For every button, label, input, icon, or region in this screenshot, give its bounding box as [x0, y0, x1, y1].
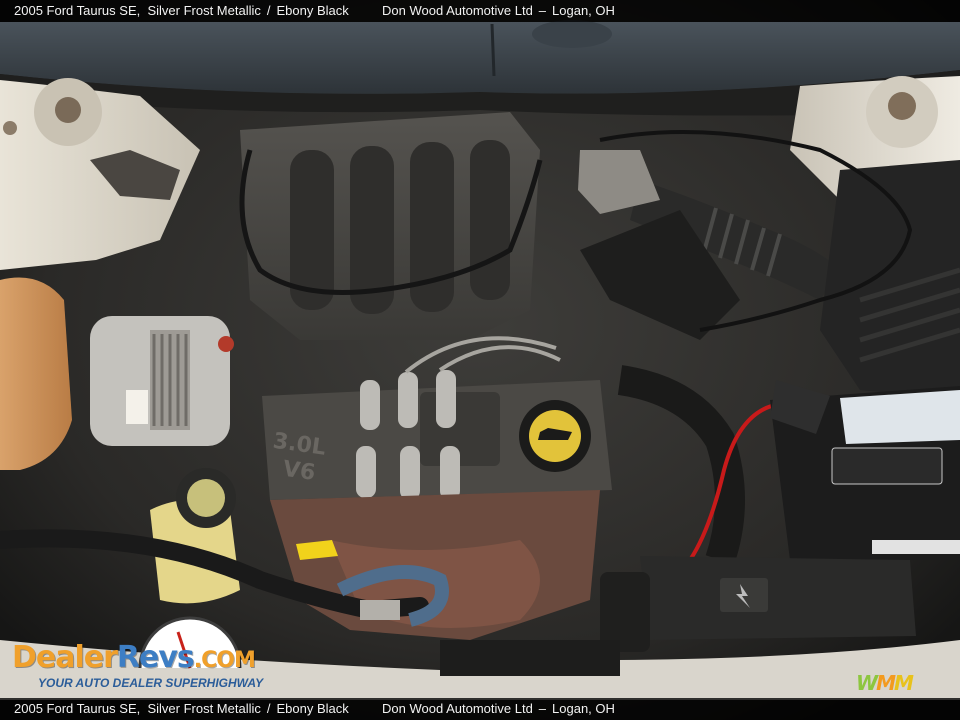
info-bar-top: 2005 Ford Taurus SE, Silver Frost Metall… [0, 0, 960, 22]
photo-viewer: 3.0L V6 2005 Ford Taurus SE, Silver Fros… [0, 0, 960, 720]
radiator-support [440, 640, 620, 676]
vehicle-info: 2005 Ford Taurus SE, Silver Frost Metall… [14, 0, 349, 22]
interior-color: Ebony Black [276, 3, 349, 18]
left-strut-nut [55, 97, 81, 123]
power-steering-cap-ring [187, 479, 225, 517]
separator: / [266, 701, 271, 716]
battery [770, 380, 960, 560]
vehicle-info: 2005 Ford Taurus SE, Silver Frost Metall… [14, 698, 349, 720]
dealerrevs-watermark: DealerRevs.COM YOUR AUTO DEALER SUPERHIG… [12, 640, 274, 696]
dealer-info: Don Wood Automotive Ltd – Logan, OH [382, 0, 615, 22]
alternator [90, 316, 234, 446]
corner-logo: WMM [856, 672, 930, 694]
dealer-info: Don Wood Automotive Ltd – Logan, OH [382, 698, 615, 720]
corner-logo-letter: W [856, 671, 878, 695]
info-bar-bottom: 2005 Ford Taurus SE, Silver Frost Metall… [0, 698, 960, 720]
dealer-name: Don Wood Automotive Ltd [382, 701, 533, 716]
separator: – [538, 701, 547, 716]
logo-part-revs: Revs [116, 640, 195, 675]
logo-part-dealer: Dealer [12, 640, 118, 675]
corner-logo-letter: M [893, 671, 914, 695]
coolant-reservoir [0, 277, 72, 470]
vehicle-title: 2005 Ford Taurus SE, [14, 701, 141, 716]
hood-seam [490, 23, 496, 77]
exterior-color: Silver Frost Metallic [147, 701, 261, 716]
interior-color: Ebony Black [276, 701, 349, 716]
vehicle-title: 2005 Ford Taurus SE, [14, 3, 141, 18]
dealer-name: Don Wood Automotive Ltd [382, 3, 533, 18]
ignition-coil [420, 392, 500, 466]
dealer-location: Logan, OH [552, 3, 615, 18]
watermark-tagline: YOUR AUTO DEALER SUPERHIGHWAY [38, 676, 264, 690]
left-bolt [3, 121, 17, 135]
engine-bay-photo: 3.0L V6 [0, 0, 960, 720]
hood-latch [532, 20, 612, 48]
exterior-color: Silver Frost Metallic [147, 3, 261, 18]
logo-part-com: .COM [193, 648, 256, 673]
dealer-location: Logan, OH [552, 701, 615, 716]
separator: – [538, 3, 547, 18]
cast-engine-label-v6: V6 [281, 457, 317, 486]
separator: / [266, 3, 271, 18]
ac-line-fitting [360, 600, 400, 620]
hood-underside [0, 22, 960, 94]
watermark-logo: DealerRevs.COM [12, 640, 256, 675]
right-strut-nut [888, 92, 916, 120]
corner-logo-letter: M [876, 671, 896, 695]
